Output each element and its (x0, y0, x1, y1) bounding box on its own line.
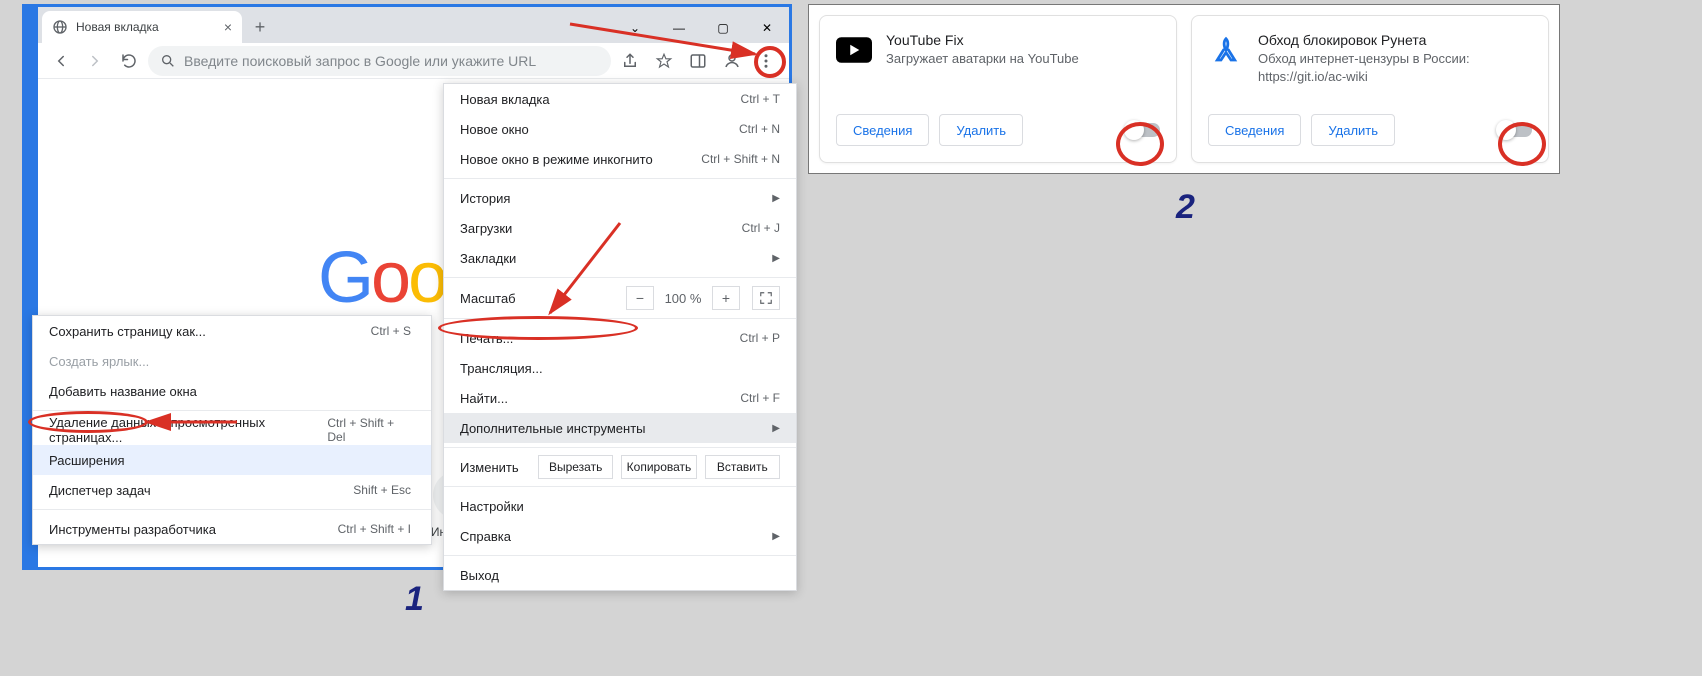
extensions-panel: YouTube Fix Загружает аватарки на YouTub… (808, 4, 1560, 174)
submenu-name-window[interactable]: Добавить название окна (33, 376, 431, 406)
cut-button[interactable]: Вырезать (538, 455, 613, 479)
submenu-extensions[interactable]: Расширения (33, 445, 431, 475)
menu-separator (444, 555, 796, 556)
chevron-right-icon: ▶ (772, 253, 780, 264)
chrome-window: Новая вкладка × + ⌄ ― ▢ ✕ Введите поиско… (22, 4, 792, 570)
menu-separator (33, 509, 431, 510)
paste-button[interactable]: Вставить (705, 455, 780, 479)
globe-icon (52, 19, 68, 35)
ribbon-icon (1208, 32, 1244, 68)
annotation-oval-extensions (28, 411, 148, 433)
zoom-out-button[interactable]: − (626, 286, 654, 310)
menu-edit-row: Изменить Вырезать Копировать Вставить (444, 452, 796, 482)
submenu-create-shortcut: Создать ярлык... (33, 346, 431, 376)
back-button[interactable] (46, 46, 76, 76)
extension-description: Обход интернет-цензуры в России: https:/… (1258, 50, 1532, 85)
menu-separator (444, 447, 796, 448)
extension-name: Обход блокировок Рунета (1258, 32, 1532, 48)
annotation-circle-toggle-2 (1498, 122, 1546, 166)
extension-card-runet-bypass: Обход блокировок Рунета Обход интернет-ц… (1191, 15, 1549, 163)
annotation-circle-toggle-1 (1116, 122, 1164, 166)
copy-button[interactable]: Копировать (621, 455, 696, 479)
menu-separator (444, 178, 796, 179)
remove-button[interactable]: Удалить (1311, 114, 1395, 146)
chevron-right-icon: ▶ (772, 531, 780, 542)
address-bar[interactable]: Введите поисковый запрос в Google или ук… (148, 46, 611, 76)
new-tab-page: Google Яндекс Интернет Новый ярлык Настр… (38, 79, 789, 567)
forward-button[interactable] (80, 46, 110, 76)
menu-separator (444, 486, 796, 487)
new-tab-button[interactable]: + (246, 13, 274, 41)
menu-cast[interactable]: Трансляция... (444, 353, 796, 383)
address-placeholder: Введите поисковый запрос в Google или ук… (184, 53, 536, 69)
step-number-1: 1 (405, 580, 424, 619)
search-icon (160, 53, 176, 69)
details-button[interactable]: Сведения (836, 114, 929, 146)
extension-description: Загружает аватарки на YouTube (886, 50, 1079, 68)
details-button[interactable]: Сведения (1208, 114, 1301, 146)
chevron-right-icon: ▶ (772, 423, 780, 434)
submenu-task-manager[interactable]: Диспетчер задачShift + Esc (33, 475, 431, 505)
annotation-arrow-3 (142, 412, 242, 432)
extension-name: YouTube Fix (886, 32, 1079, 48)
chevron-right-icon: ▶ (772, 193, 780, 204)
zoom-in-button[interactable]: + (712, 286, 740, 310)
step-number-2: 2 (1176, 188, 1195, 227)
youtube-icon (836, 32, 872, 68)
menu-incognito[interactable]: Новое окно в режиме инкогнитоCtrl + Shif… (444, 144, 796, 174)
zoom-value: 100 % (658, 291, 708, 306)
submenu-save-page[interactable]: Сохранить страницу как...Ctrl + S (33, 316, 431, 346)
tab-title: Новая вкладка (76, 20, 216, 34)
menu-exit[interactable]: Выход (444, 560, 796, 590)
menu-help[interactable]: Справка▶ (444, 521, 796, 551)
fullscreen-icon[interactable] (752, 286, 780, 310)
menu-settings[interactable]: Настройки (444, 491, 796, 521)
remove-button[interactable]: Удалить (939, 114, 1023, 146)
menu-new-tab[interactable]: Новая вкладкаCtrl + T (444, 84, 796, 114)
annotation-arrow-1 (560, 14, 780, 74)
annotation-arrow-2 (540, 218, 630, 328)
menu-find[interactable]: Найти...Ctrl + F (444, 383, 796, 413)
browser-tab[interactable]: Новая вкладка × (42, 11, 242, 43)
submenu-dev-tools[interactable]: Инструменты разработчикаCtrl + Shift + I (33, 514, 431, 544)
menu-more-tools[interactable]: Дополнительные инструменты▶ (444, 413, 796, 443)
reload-button[interactable] (114, 46, 144, 76)
close-tab-icon[interactable]: × (224, 19, 232, 35)
menu-history[interactable]: История▶ (444, 183, 796, 213)
menu-new-window[interactable]: Новое окноCtrl + N (444, 114, 796, 144)
